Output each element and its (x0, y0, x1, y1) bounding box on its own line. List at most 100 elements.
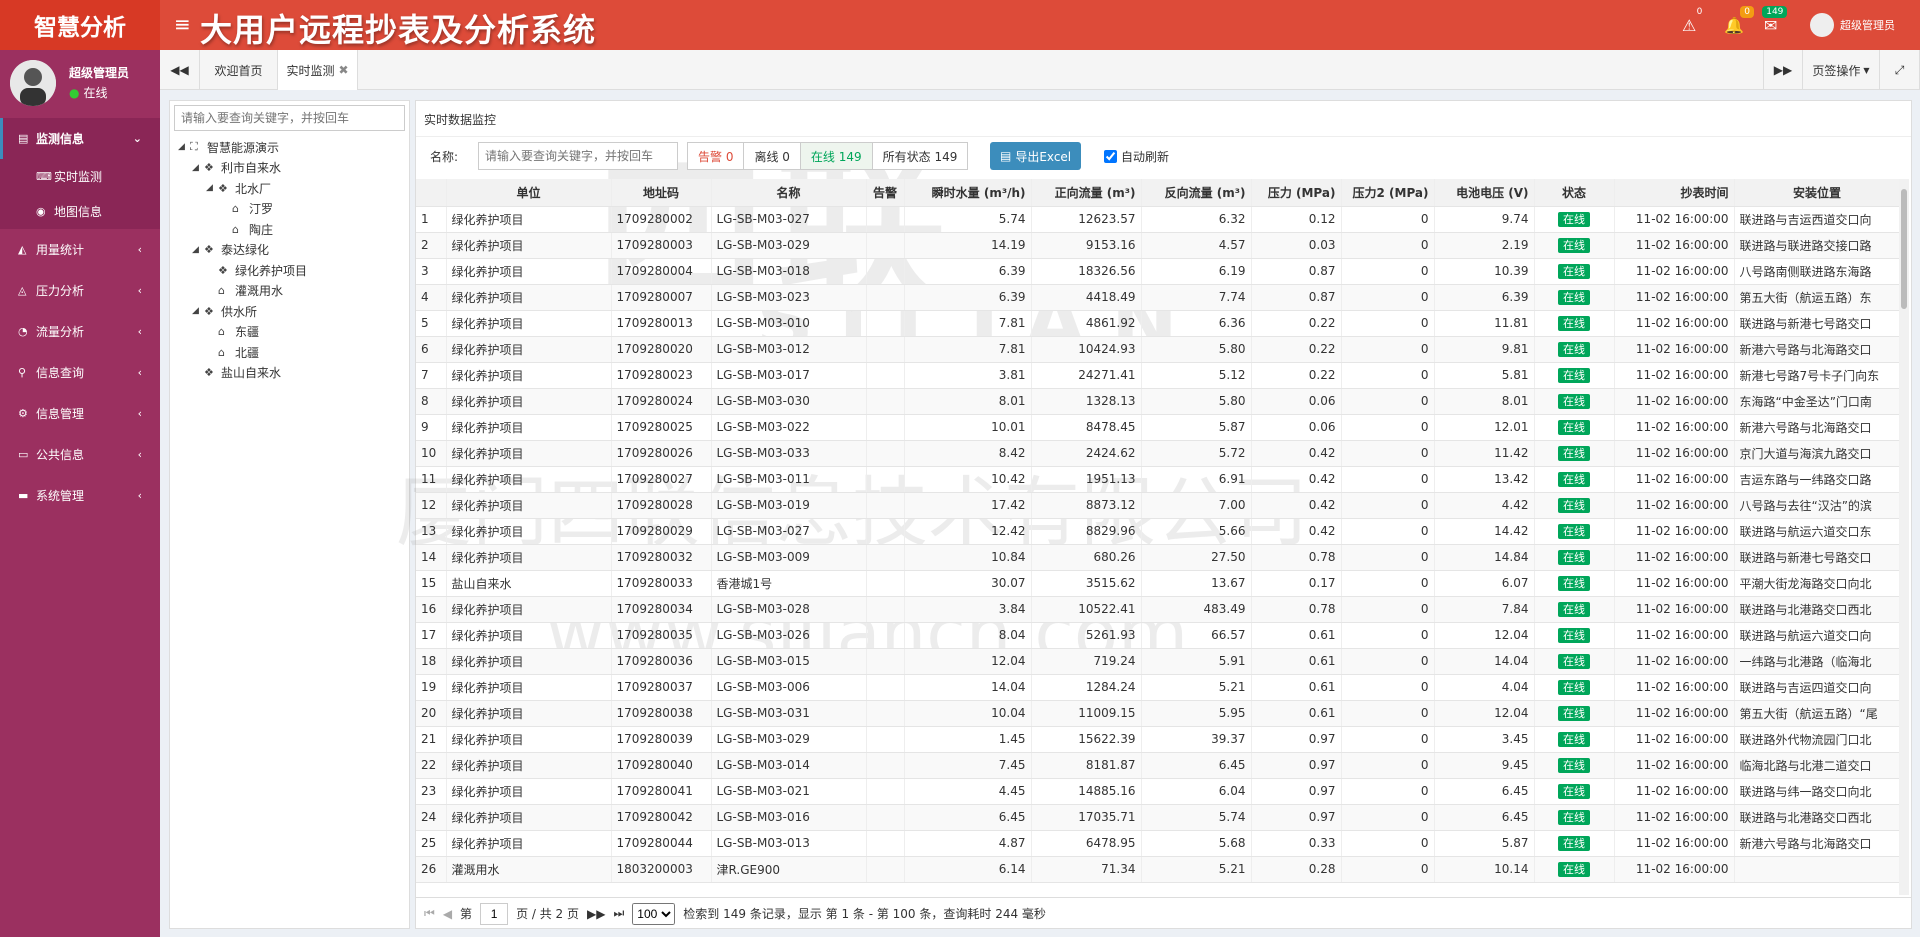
table-row[interactable]: 22 绿化养护项目 1709280040 LG-SB-M03-014 7.45 8181.… (416, 752, 1900, 779)
sidebar-item-9[interactable]: ▬ 系统管理 ‹ (0, 475, 160, 516)
next-page-icon[interactable]: ▶▶ (587, 907, 605, 921)
table-row[interactable]: 24 绿化养护项目 1709280042 LG-SB-M03-016 6.45 17035… (416, 804, 1900, 831)
fullscreen-icon[interactable]: ⤢ (1880, 50, 1920, 90)
column-header[interactable]: 安装位置 (1734, 179, 1900, 207)
tree-node[interactable]: ⌂ 北疆 (206, 342, 259, 362)
table-cell: 0.61 (1251, 648, 1342, 675)
column-header[interactable]: 告警 (866, 179, 905, 207)
table-row[interactable]: 23 绿化养护项目 1709280041 LG-SB-M03-021 4.45 14885… (416, 778, 1900, 805)
tree-node[interactable]: ⌂ 陶庄 (220, 219, 273, 239)
tree-node[interactable]: ❖ 盐山自来水 (192, 363, 281, 383)
mail-nav[interactable]: ✉ 149 (1762, 0, 1788, 50)
tab-home[interactable]: 欢迎首页 (200, 50, 278, 90)
tab-scroll-left-icon[interactable]: ◀◀ (160, 50, 200, 90)
sidebar-item-5[interactable]: ◔ 流量分析 ‹ (0, 311, 160, 352)
column-header[interactable]: 抄表时间 (1614, 179, 1735, 207)
tree-toggle-icon[interactable]: ◢ (192, 245, 204, 255)
table-row[interactable]: 20 绿化养护项目 1709280038 LG-SB-M03-031 10.04 1100… (416, 700, 1900, 727)
table-scrollbar[interactable] (1899, 179, 1909, 895)
prev-page-icon[interactable]: ◀ (443, 907, 452, 921)
table-row[interactable]: 18 绿化养护项目 1709280036 LG-SB-M03-015 12.04 719.… (416, 648, 1900, 675)
tree-node[interactable]: ◢ ❖ 泰达绿化 (192, 240, 269, 260)
table-row[interactable]: 2 绿化养护项目 1709280003 LG-SB-M03-029 14.19 9153.… (416, 232, 1900, 259)
column-header[interactable]: 正向流量 (m³) (1031, 179, 1142, 207)
column-header[interactable]: 压力2 (MPa) (1341, 179, 1435, 207)
tree-node[interactable]: ⌂ 东疆 (206, 322, 259, 342)
logo[interactable]: 智慧分析 (0, 0, 160, 50)
table-row[interactable]: 3 绿化养护项目 1709280004 LG-SB-M03-018 6.39 18326.… (416, 258, 1900, 285)
table-row[interactable]: 21 绿化养护项目 1709280039 LG-SB-M03-029 1.45 15622… (416, 726, 1900, 753)
table-row[interactable]: 14 绿化养护项目 1709280032 LG-SB-M03-009 10.84 680.… (416, 544, 1900, 571)
column-header[interactable]: 反向流量 (m³) (1141, 179, 1252, 207)
column-header[interactable]: 单位 (446, 179, 612, 207)
menu-toggle-icon[interactable]: ≡ (174, 12, 191, 36)
filter-all-button[interactable]: 所有状态 149 (871, 142, 969, 170)
column-header[interactable]: 名称 (711, 179, 867, 207)
column-header[interactable] (416, 179, 447, 207)
filter-online-button[interactable]: 在线 149 (799, 142, 873, 170)
table-row[interactable]: 12 绿化养护项目 1709280028 LG-SB-M03-019 17.42 8873… (416, 492, 1900, 519)
table-row[interactable]: 11 绿化养护项目 1709280027 LG-SB-M03-011 10.42 1951… (416, 466, 1900, 493)
bell-icon[interactable]: 🔔 0 (1724, 5, 1754, 35)
last-page-icon[interactable]: ⏭ (613, 906, 624, 921)
tree-toggle-icon[interactable]: ◢ (206, 183, 218, 193)
table-row[interactable]: 10 绿化养护项目 1709280026 LG-SB-M03-033 8.42 2424.… (416, 440, 1900, 467)
table-row[interactable]: 17 绿化养护项目 1709280035 LG-SB-M03-026 8.04 5261.… (416, 622, 1900, 649)
bell-nav[interactable]: 🔔 0 (1724, 0, 1754, 50)
table-row[interactable]: 25 绿化养护项目 1709280044 LG-SB-M03-013 4.87 6478.… (416, 830, 1900, 857)
sidebar-item-1[interactable]: ⌨ 实时监测 (0, 159, 160, 194)
filter-alarm-button[interactable]: 告警 0 (687, 142, 745, 170)
table-row[interactable]: 13 绿化养护项目 1709280029 LG-SB-M03-027 12.42 8829… (416, 518, 1900, 545)
sidebar-item-0[interactable]: ▤ 监测信息 ⌄ (0, 118, 160, 159)
user-menu[interactable]: 超级管理员 (1810, 0, 1895, 50)
column-header[interactable]: 瞬时水量 (m³/h) (904, 179, 1032, 207)
sidebar-item-6[interactable]: ⚲ 信息查询 ‹ (0, 352, 160, 393)
tree-node[interactable]: ◢ ⛶ 智慧能源演示 (178, 137, 279, 157)
filter-offline-button[interactable]: 离线 0 (743, 142, 801, 170)
table-row[interactable]: 9 绿化养护项目 1709280025 LG-SB-M03-022 10.01 8478.… (416, 414, 1900, 441)
tab-realtime[interactable]: 实时监测 ✖ (278, 50, 358, 90)
table-row[interactable]: 1 绿化养护项目 1709280002 LG-SB-M03-027 5.74 12623.… (416, 206, 1900, 233)
table-row[interactable]: 7 绿化养护项目 1709280023 LG-SB-M03-017 3.81 24271.… (416, 362, 1900, 389)
tab-ops-dropdown[interactable]: 页签操作 ▼ (1803, 50, 1880, 90)
table-row[interactable]: 5 绿化养护项目 1709280013 LG-SB-M03-010 7.81 4861.9… (416, 310, 1900, 337)
scrollbar-thumb[interactable] (1901, 189, 1907, 309)
tree-node[interactable]: ◢ ❖ 北水厂 (206, 178, 271, 198)
export-excel-button[interactable]: ▤ 导出Excel (990, 142, 1082, 170)
table-row[interactable]: 8 绿化养护项目 1709280024 LG-SB-M03-030 8.01 1328.1… (416, 388, 1900, 415)
sidebar-item-8[interactable]: ▭ 公共信息 ‹ (0, 434, 160, 475)
sidebar-item-2[interactable]: ◉ 地图信息 (0, 194, 160, 229)
tree-search-input[interactable] (174, 105, 405, 131)
table-row[interactable]: 6 绿化养护项目 1709280020 LG-SB-M03-012 7.81 10424.… (416, 336, 1900, 363)
tree-node[interactable]: ⌂ 灌溉用水 (206, 281, 283, 301)
column-header[interactable]: 电池电压 (V) (1434, 179, 1535, 207)
warning-icon[interactable]: ⚠ 0 (1682, 5, 1707, 35)
tree-node[interactable]: ⌂ 汀罗 (220, 199, 273, 219)
tree-node[interactable]: ❖ 绿化养护项目 (206, 260, 307, 280)
auto-refresh-checkbox[interactable] (1104, 150, 1117, 163)
mail-icon[interactable]: ✉ 149 (1762, 5, 1788, 35)
warning-nav[interactable]: ⚠ 0 (1682, 0, 1707, 50)
sidebar-item-3[interactable]: ◭ 用量统计 ‹ (0, 229, 160, 270)
tree-toggle-icon[interactable]: ◢ (192, 306, 204, 316)
close-icon[interactable]: ✖ (338, 63, 348, 77)
column-header[interactable]: 状态 (1534, 179, 1615, 207)
tree-node[interactable]: ◢ ❖ 利市自来水 (192, 158, 281, 178)
table-row[interactable]: 15 盐山自来水 1709280033 香港城1号 30.07 3515.62 13.67 0… (416, 570, 1900, 597)
column-header[interactable]: 压力 (MPa) (1251, 179, 1342, 207)
table-row[interactable]: 19 绿化养护项目 1709280037 LG-SB-M03-006 14.04 1284… (416, 674, 1900, 701)
table-row[interactable]: 4 绿化养护项目 1709280007 LG-SB-M03-023 6.39 4418.4… (416, 284, 1900, 311)
tab-scroll-right-icon[interactable]: ▶▶ (1763, 50, 1803, 90)
table-row[interactable]: 16 绿化养护项目 1709280034 LG-SB-M03-028 3.84 10522… (416, 596, 1900, 623)
name-search-input[interactable] (478, 142, 678, 170)
tree-toggle-icon[interactable]: ◢ (192, 163, 204, 173)
page-size-select[interactable]: 100 (632, 902, 676, 925)
tree-node[interactable]: ◢ ❖ 供水所 (192, 301, 257, 321)
first-page-icon[interactable]: ⏮ (424, 906, 435, 921)
column-header[interactable]: 地址码 (611, 179, 712, 207)
sidebar-item-7[interactable]: ⚙ 信息管理 ‹ (0, 393, 160, 434)
page-number-input[interactable] (480, 902, 509, 925)
sidebar-item-4[interactable]: ◬ 压力分析 ‹ (0, 270, 160, 311)
table-row[interactable]: 26 灌溉用水 1803200003 津R.GE900 6.14 71.34 5.21 0.2… (416, 856, 1900, 883)
tree-toggle-icon[interactable]: ◢ (178, 142, 190, 152)
